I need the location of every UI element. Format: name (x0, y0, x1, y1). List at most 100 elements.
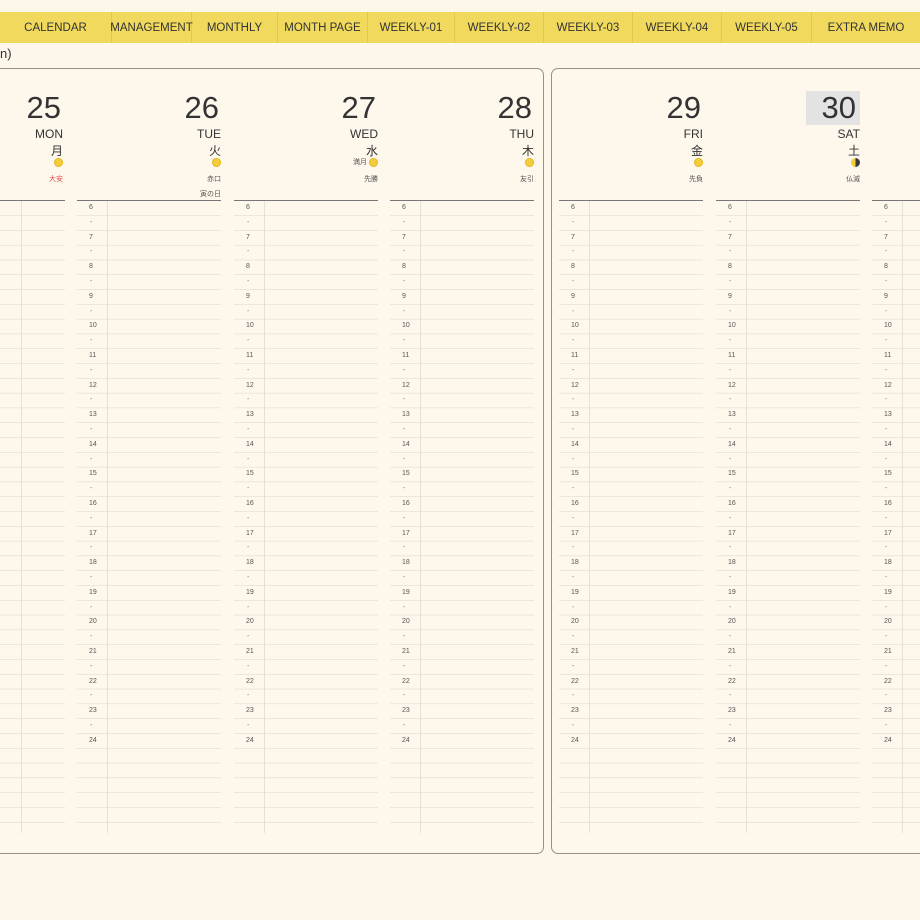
half-hour-mark: - (572, 485, 575, 493)
half-hour-mark: - (885, 574, 888, 581)
half-hour-mark: - (572, 633, 575, 641)
half-hour-mark: - (729, 307, 732, 315)
half-hour-mark: - (572, 574, 575, 581)
hour-label: 19 (246, 588, 254, 596)
hour-label: 8 (246, 263, 250, 271)
hour-label: 21 (728, 648, 736, 655)
day-number[interactable]: 25 (25, 91, 63, 125)
half-hour-mark: - (90, 722, 93, 729)
day-number[interactable]: 27 (340, 91, 378, 125)
day-number[interactable]: 26 (183, 91, 221, 125)
hour-label: 10 (728, 322, 736, 330)
hour-label: 7 (402, 233, 406, 241)
half-hour-mark: - (247, 722, 250, 729)
tab-weekly-05[interactable]: WEEKLY-05 (722, 12, 812, 43)
half-hour-mark: - (247, 692, 250, 700)
rokuyo-label: 先勝 (364, 176, 378, 183)
timeline-grid[interactable]: 6 - 7 - 8 - 9 - 10 - 11 - 12 - 13 - 14 - 15 - 16 - 17 - 18 - 19 - 20… (390, 200, 534, 833)
half-hour-mark: - (885, 396, 888, 404)
half-hour-mark: - (885, 307, 888, 315)
day-header: 26 TUE 火 赤口 寅の日 (77, 69, 221, 200)
hour-label: 22 (728, 677, 736, 685)
hour-label: 24 (89, 736, 97, 744)
tab-extra-memo[interactable]: EXTRA MEMO (812, 12, 920, 43)
tab-weekly-02[interactable]: WEEKLY-02 (455, 12, 544, 43)
moon-row: 満月 (353, 156, 378, 168)
timeline-grid[interactable]: 6 - 7 - 8 - 9 - 10 - 11 - 12 - 13 - 14 - 15 - 16 - 17 - 18 - 19 - 20… (872, 200, 920, 833)
hour-label: 16 (728, 500, 736, 507)
timeline-grid[interactable]: 6 - 7 - 8 - 9 - 10 - 11 - 12 - 13 - 14 - 15 - 16 - 17 - 18 - 19 - 20… (716, 200, 860, 833)
half-hour-mark: - (885, 544, 888, 552)
half-hour-mark: - (403, 485, 406, 493)
tab-weekly-03[interactable]: WEEKLY-03 (544, 12, 633, 43)
half-hour-mark: - (885, 337, 888, 345)
tab-weekly-04[interactable]: WEEKLY-04 (633, 12, 722, 43)
half-hour-mark: - (90, 544, 93, 552)
hour-label: 9 (884, 292, 888, 300)
full-moon-icon (212, 157, 221, 167)
half-hour-mark: - (729, 426, 732, 433)
hour-label: 6 (89, 204, 93, 211)
tab-month-page[interactable]: MONTH PAGE (278, 12, 368, 43)
hour-label: 12 (402, 381, 410, 389)
half-hour-mark: - (90, 278, 93, 285)
half-hour-mark: - (572, 662, 575, 670)
hour-label: 19 (884, 588, 892, 596)
timeline-grid[interactable]: 6 - 7 - 8 - 9 - 10 - 11 - 12 - 13 - 14 - 15 - 16 - 17 - 18 - 19 - 20… (559, 200, 703, 833)
hour-label: 22 (89, 677, 97, 685)
half-hour-mark: - (572, 337, 575, 345)
left-page: 25 MON 月 大安 26 TUE 火 赤口 寅の日 6 - 7 - 8 - 9 - 10 - 1… (0, 68, 544, 854)
half-hour-mark: - (247, 307, 250, 315)
half-hour-mark: - (247, 485, 250, 493)
half-hour-mark: - (885, 426, 888, 433)
tab-monthly[interactable]: MONTHLY (192, 12, 278, 43)
hour-label: 16 (571, 500, 579, 507)
day-header: 30 SAT 土 仏滅 (716, 69, 860, 200)
half-hour-mark: - (90, 218, 93, 226)
half-hour-mark: - (729, 544, 732, 552)
hour-label: 22 (884, 677, 892, 685)
day-number-today[interactable]: 30 (805, 91, 860, 125)
day-number[interactable]: 28 (496, 91, 534, 125)
half-hour-mark: - (403, 633, 406, 641)
hour-label: 14 (246, 440, 254, 448)
tab-calendar[interactable]: CALENDAR (0, 12, 112, 43)
half-hour-mark: - (247, 426, 250, 433)
timeline-grid[interactable]: 6 - 7 - 8 - 9 - 10 - 11 - 12 - 13 - 14 - 15 - 16 - 17 - 18 - 19 - 20… (77, 200, 221, 833)
half-hour-mark: - (729, 692, 732, 700)
half-hour-mark: - (572, 218, 575, 226)
day-header: 29 FRI 金 先負 (559, 69, 703, 200)
hour-label: 14 (89, 440, 97, 448)
hour-label: 8 (89, 263, 93, 271)
day-number[interactable]: 29 (665, 91, 703, 125)
tab-management[interactable]: MANAGEMENT (110, 12, 193, 43)
day-column-fri: 29 FRI 金 先負 6 - 7 - 8 - 9 - 10 - 11 - 12 - 13 - 14 - 15 - 16… (559, 69, 703, 853)
half-hour-mark: - (247, 337, 250, 345)
hour-label: 15 (884, 470, 892, 478)
half-hour-mark: - (729, 366, 732, 374)
hour-label: 8 (728, 263, 732, 271)
hour-label: 14 (571, 440, 579, 448)
hour-label: 22 (246, 677, 254, 685)
timeline-grid[interactable]: 6 - 7 - 8 - 9 - 10 - 11 - 12 - 13 - 14 - 15 - 16 - 17 - 18 - 19 - 20… (234, 200, 378, 833)
half-hour-mark: - (572, 366, 575, 374)
day-name: SAT (837, 127, 860, 141)
tab-bar: CALENDAR MANAGEMENT MONTHLY MONTH PAGE W… (0, 12, 920, 43)
moon-row (694, 156, 703, 168)
hour-label: 17 (884, 529, 892, 537)
half-hour-mark: - (403, 278, 406, 285)
tab-weekly-01[interactable]: WEEKLY-01 (368, 12, 455, 43)
half-hour-mark: - (885, 455, 888, 463)
hour-label: 20 (246, 618, 254, 626)
hour-label: 24 (571, 736, 579, 744)
hour-label: 10 (246, 322, 254, 330)
hour-label: 11 (89, 352, 97, 359)
half-hour-mark: - (729, 485, 732, 493)
day-header: 27 WED 水 満月 先勝 (234, 69, 378, 200)
half-hour-mark: - (90, 455, 93, 463)
half-hour-mark: - (729, 337, 732, 345)
half-hour-mark: - (247, 514, 250, 522)
hour-label: 21 (571, 648, 579, 655)
full-moon-icon (525, 157, 534, 167)
hour-label: 6 (571, 204, 575, 211)
